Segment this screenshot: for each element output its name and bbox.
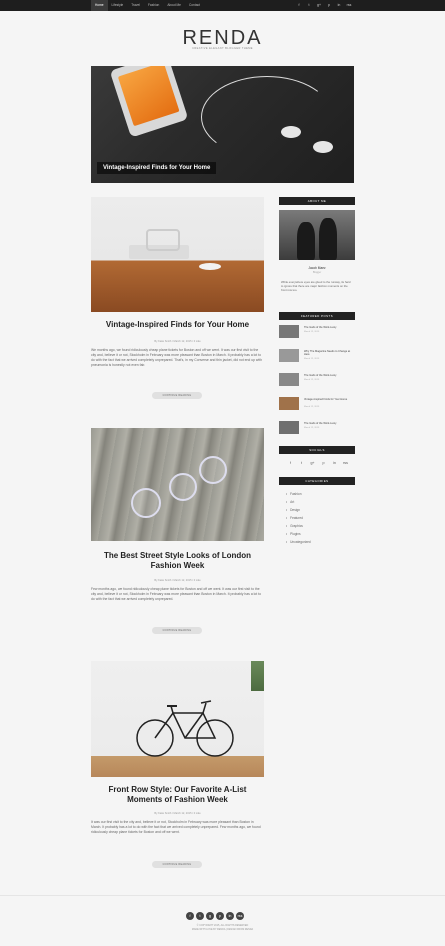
facebook-icon[interactable]: f: [186, 912, 194, 920]
twitter-icon[interactable]: t: [304, 0, 314, 11]
post-meta: By Katie Smith / March 12, 2015 / 0 Like: [154, 579, 201, 582]
about-me-role: Blogger: [312, 271, 322, 274]
google-icon[interactable]: g: [206, 912, 214, 920]
featured-post-thumbnail: [279, 421, 299, 434]
pinterest-icon[interactable]: p: [216, 912, 224, 920]
footer-credits: MADE WITH LOVE BY RENDA | DESIGN FROM RE…: [191, 928, 254, 931]
post-excerpt: Few months ago, we found ridiculously ch…: [91, 587, 261, 601]
about-me-photo: [279, 210, 355, 260]
nav-item-contact[interactable]: Contact: [185, 0, 204, 11]
post-thumbnail[interactable]: [91, 197, 264, 312]
top-social-links: f t g+ p in rss: [294, 0, 354, 11]
featured-post-date: March 12, 2015: [304, 358, 320, 360]
hero-caption[interactable]: Vintage-Inspired Finds for Your Home: [97, 162, 217, 174]
facebook-icon[interactable]: f: [285, 461, 296, 465]
featured-post-date: March 12, 2015: [304, 427, 320, 429]
featured-post-item[interactable]: Why The Magazine Needs to Change at Here…: [279, 349, 355, 365]
featured-post-date: March 12, 2015: [304, 331, 320, 333]
featured-post-item[interactable]: The Gods of the Work-Lusty March 12, 201…: [279, 421, 355, 437]
earbud-graphic: [281, 126, 301, 138]
category-link[interactable]: Fashion: [286, 492, 301, 496]
site-tagline: CREATIVE ELEGANT BLOGGER THEME: [192, 47, 253, 50]
post-meta: By Katie Smith / March 12, 2015 / 0 Like: [154, 340, 201, 343]
socials-header: SOCIALS: [279, 446, 355, 454]
twitter-icon[interactable]: t: [196, 912, 204, 920]
sidebar-social-links: f t g+ p in rss: [285, 461, 355, 465]
post-thumbnail[interactable]: [91, 661, 264, 777]
about-me-text: While everywhere eyes are glued to the r…: [281, 280, 351, 292]
about-me-name: Jacob Maez: [308, 266, 326, 270]
jar-graphic: [131, 488, 161, 518]
phone-screen: [117, 66, 180, 127]
featured-post-title: The Gods of the Work-Lusty: [304, 374, 337, 377]
nav-item-about-me[interactable]: About Me: [163, 0, 185, 11]
category-link[interactable]: Plugins: [286, 532, 300, 536]
featured-post-title: Why The Magazine Needs to Change at Here: [304, 350, 351, 356]
rss-icon[interactable]: rss: [344, 0, 354, 11]
footer-copyright: © COPYRIGHT 2015, ALL RIGHTS RESERVED: [196, 924, 249, 927]
post-excerpt: It was our first visit to the city and, …: [91, 820, 261, 834]
phone-graphic: [109, 66, 189, 138]
post-title[interactable]: Front Row Style: Our Favorite A-List Mom…: [91, 785, 264, 805]
nav-item-travel[interactable]: Travel: [127, 0, 144, 11]
category-link[interactable]: Uncategorized: [286, 540, 311, 544]
category-link[interactable]: Design: [286, 508, 300, 512]
nav-item-lifestyle[interactable]: Lifestyle: [108, 0, 128, 11]
category-link[interactable]: Graphics: [286, 524, 303, 528]
bicycle-graphic: [136, 700, 234, 757]
categories-header: CATEGORIES: [279, 477, 355, 485]
featured-post-item[interactable]: Vintage-Inspired Finds for Your Home Mar…: [279, 397, 355, 413]
jar-graphic: [169, 473, 197, 501]
category-link[interactable]: Featured: [286, 516, 303, 520]
google-plus-icon[interactable]: g+: [307, 461, 318, 465]
person-graphic: [297, 222, 315, 260]
main-nav: Home Lifestyle Travel Fashion About Me C…: [91, 0, 204, 11]
rss-icon[interactable]: rss: [236, 912, 244, 920]
footer-social-links: f t g p in rss: [186, 912, 246, 920]
nav-item-fashion[interactable]: Fashion: [144, 0, 163, 11]
about-me-header: ABOUT ME: [279, 197, 355, 205]
featured-post-thumbnail: [279, 325, 299, 338]
continue-reading-button[interactable]: CONTINUE READING: [152, 627, 202, 634]
linkedin-icon[interactable]: in: [329, 461, 340, 465]
featured-post-thumbnail: [279, 397, 299, 410]
jar-graphic: [199, 456, 227, 484]
continue-reading-button[interactable]: CONTINUE READING: [152, 861, 202, 868]
post-title[interactable]: Vintage-Inspired Finds for Your Home: [91, 320, 264, 330]
featured-post-item[interactable]: The Gods of the Work-Lusty March 12, 201…: [279, 373, 355, 389]
linkedin-icon[interactable]: in: [226, 912, 234, 920]
featured-posts-header: FEATURED POSTS: [279, 312, 355, 320]
plant-graphic: [251, 661, 264, 691]
speaker-graphic: [146, 229, 180, 251]
pinterest-icon[interactable]: p: [324, 0, 334, 11]
linkedin-icon[interactable]: in: [334, 0, 344, 11]
earbud-graphic: [313, 141, 333, 153]
person-graphic: [319, 218, 337, 260]
featured-post-title: Vintage-Inspired Finds for Your Home: [304, 398, 348, 401]
featured-post-title: The Gods of the Work-Lusty: [304, 422, 337, 425]
top-navigation-bar: Home Lifestyle Travel Fashion About Me C…: [0, 0, 445, 11]
post-meta: By Katie Smith / March 12, 2015 / 0 Like: [154, 812, 201, 815]
hero-slider[interactable]: Vintage-Inspired Finds for Your Home: [91, 66, 354, 183]
post-title[interactable]: The Best Street Style Looks of London Fa…: [91, 551, 264, 571]
pinterest-icon[interactable]: p: [318, 461, 329, 465]
mouse-graphic: [199, 263, 221, 270]
featured-post-date: March 12, 2015: [304, 379, 320, 381]
featured-post-thumbnail: [279, 373, 299, 386]
post-thumbnail[interactable]: [91, 428, 264, 541]
rss-icon[interactable]: rss: [340, 461, 351, 465]
featured-post-thumbnail: [279, 349, 299, 362]
category-link[interactable]: Art: [286, 500, 294, 504]
featured-post-date: March 12, 2015: [304, 406, 320, 408]
nav-item-home[interactable]: Home: [91, 0, 108, 11]
twitter-icon[interactable]: t: [296, 461, 307, 465]
google-plus-icon[interactable]: g+: [314, 0, 324, 11]
featured-post-title: The Gods of the Work-Lusty: [304, 326, 337, 329]
featured-post-item[interactable]: The Gods of the Work-Lusty March 12, 201…: [279, 325, 355, 341]
continue-reading-button[interactable]: CONTINUE READING: [152, 392, 202, 399]
post-excerpt: We months ago, we found ridiculously che…: [91, 348, 262, 367]
site-footer: f t g p in rss © COPYRIGHT 2015, ALL RIG…: [0, 895, 445, 946]
facebook-icon[interactable]: f: [294, 0, 304, 11]
